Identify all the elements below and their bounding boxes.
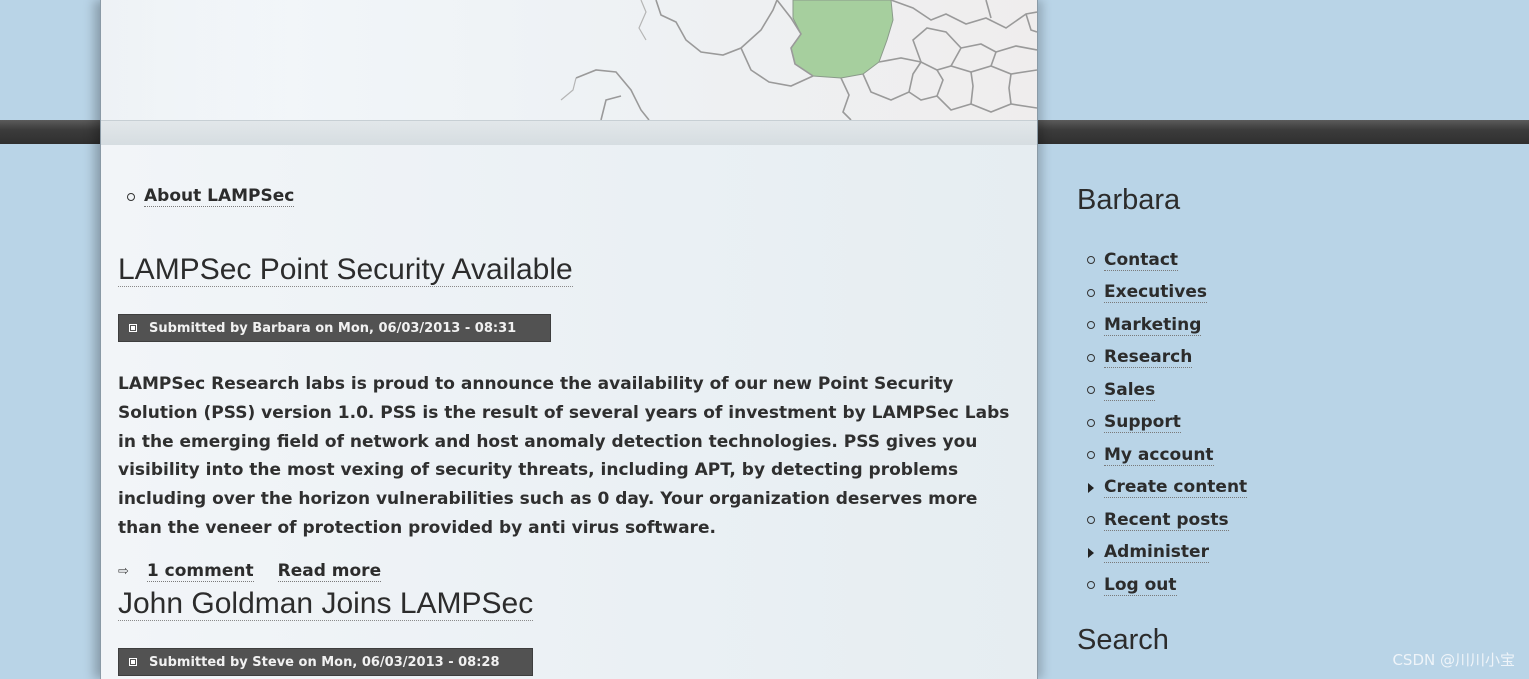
sidebar-menu-item: Contact: [1087, 244, 1247, 277]
circle-bullet-icon: [1087, 386, 1095, 395]
sidebar-menu-item: Log out: [1087, 569, 1247, 602]
post-links-1: ⇨ 1 comment Read more: [118, 561, 405, 582]
sidebar-menu-link[interactable]: Administer: [1104, 542, 1209, 564]
circle-bullet-icon: [1087, 516, 1095, 525]
read-more-link[interactable]: Read more: [277, 561, 382, 582]
post-title-1: LAMPSec Point Security Available: [118, 253, 573, 287]
sidebar-menu-link[interactable]: Log out: [1104, 575, 1177, 596]
sidebar-menu-item: Sales: [1087, 374, 1247, 407]
user-menu: Contact Executives Marketing Research Sales S…: [1087, 244, 1248, 602]
sidebar-menu-item: Executives: [1087, 277, 1247, 310]
square-bullet-icon: [129, 324, 137, 332]
submitted-info-2: Submitted by Steve on Mon, 06/03/2013 - …: [118, 648, 533, 676]
europe-map-image: [101, 0, 1037, 120]
circle-bullet-icon: [127, 192, 135, 201]
square-bullet-icon: [129, 658, 137, 666]
about-lampsec-link[interactable]: About LAMPSec: [144, 186, 295, 207]
comments-link[interactable]: 1 comment: [146, 561, 254, 582]
sidebar-menu-item: Support: [1087, 407, 1247, 440]
main-content-column: About LAMPSec LAMPSec Point Security Ava…: [100, 0, 1038, 679]
primary-nav: About LAMPSec: [127, 186, 295, 207]
sidebar-menu-link[interactable]: Marketing: [1104, 315, 1202, 336]
sidebar-menu-link[interactable]: Contact: [1104, 250, 1179, 271]
circle-bullet-icon: [1087, 321, 1095, 330]
watermark-text: CSDN @川川小宝: [1392, 651, 1515, 669]
sidebar-menu-item: Administer: [1087, 537, 1247, 570]
sidebar-menu-item: Research: [1087, 342, 1247, 375]
sidebar-menu-link[interactable]: Executives: [1104, 282, 1207, 304]
search-block-title: Search: [1077, 624, 1169, 656]
circle-bullet-icon: [1087, 288, 1095, 297]
right-sidebar: Barbara Contact Executives Marketing Resear…: [1037, 144, 1529, 679]
post-body-1: LAMPSec Research labs is proud to announ…: [118, 374, 1010, 538]
circle-bullet-icon: [1087, 581, 1095, 590]
circle-bullet-icon: [1087, 353, 1095, 362]
submitted-info-1: Submitted by Barbara on Mon, 06/03/2013 …: [118, 314, 551, 342]
post-title-2: John Goldman Joins LAMPSec: [118, 587, 534, 621]
sidebar-menu-item: Create content: [1087, 472, 1248, 505]
expand-triangle-icon: [1088, 547, 1094, 558]
sidebar-menu-item: Recent posts: [1087, 504, 1247, 537]
submitted-text: Submitted by Steve on Mon, 06/03/2013 - …: [149, 654, 500, 670]
primary-nav-item-about: About LAMPSec: [127, 186, 295, 207]
post-title-link[interactable]: LAMPSec Point Security Available: [118, 253, 573, 287]
sidebar-menu-link[interactable]: Research: [1104, 347, 1193, 369]
sidebar-menu-link[interactable]: Recent posts: [1104, 510, 1229, 531]
header-map-banner: [101, 0, 1037, 120]
sidebar-menu-link[interactable]: Create content: [1104, 477, 1248, 499]
sidebar-menu-link[interactable]: My account: [1104, 445, 1214, 466]
page: About LAMPSec LAMPSec Point Security Ava…: [0, 0, 1529, 679]
circle-bullet-icon: [1087, 256, 1095, 265]
header-strip: [101, 120, 1037, 145]
submitted-text: Submitted by Barbara on Mon, 06/03/2013 …: [149, 320, 517, 336]
sidebar-menu-item: Marketing: [1087, 309, 1247, 342]
sidebar-menu-link[interactable]: Sales: [1104, 380, 1156, 401]
sidebar-menu-item: My account: [1087, 439, 1247, 472]
sidebar-menu-link[interactable]: Support: [1104, 412, 1181, 434]
circle-bullet-icon: [1087, 418, 1095, 427]
post-title-link[interactable]: John Goldman Joins LAMPSec: [118, 587, 534, 621]
user-block-title: Barbara: [1077, 184, 1181, 216]
circle-bullet-icon: [1087, 451, 1095, 460]
arrow-right-icon: ⇨: [118, 564, 129, 579]
expand-triangle-icon: [1088, 482, 1094, 493]
